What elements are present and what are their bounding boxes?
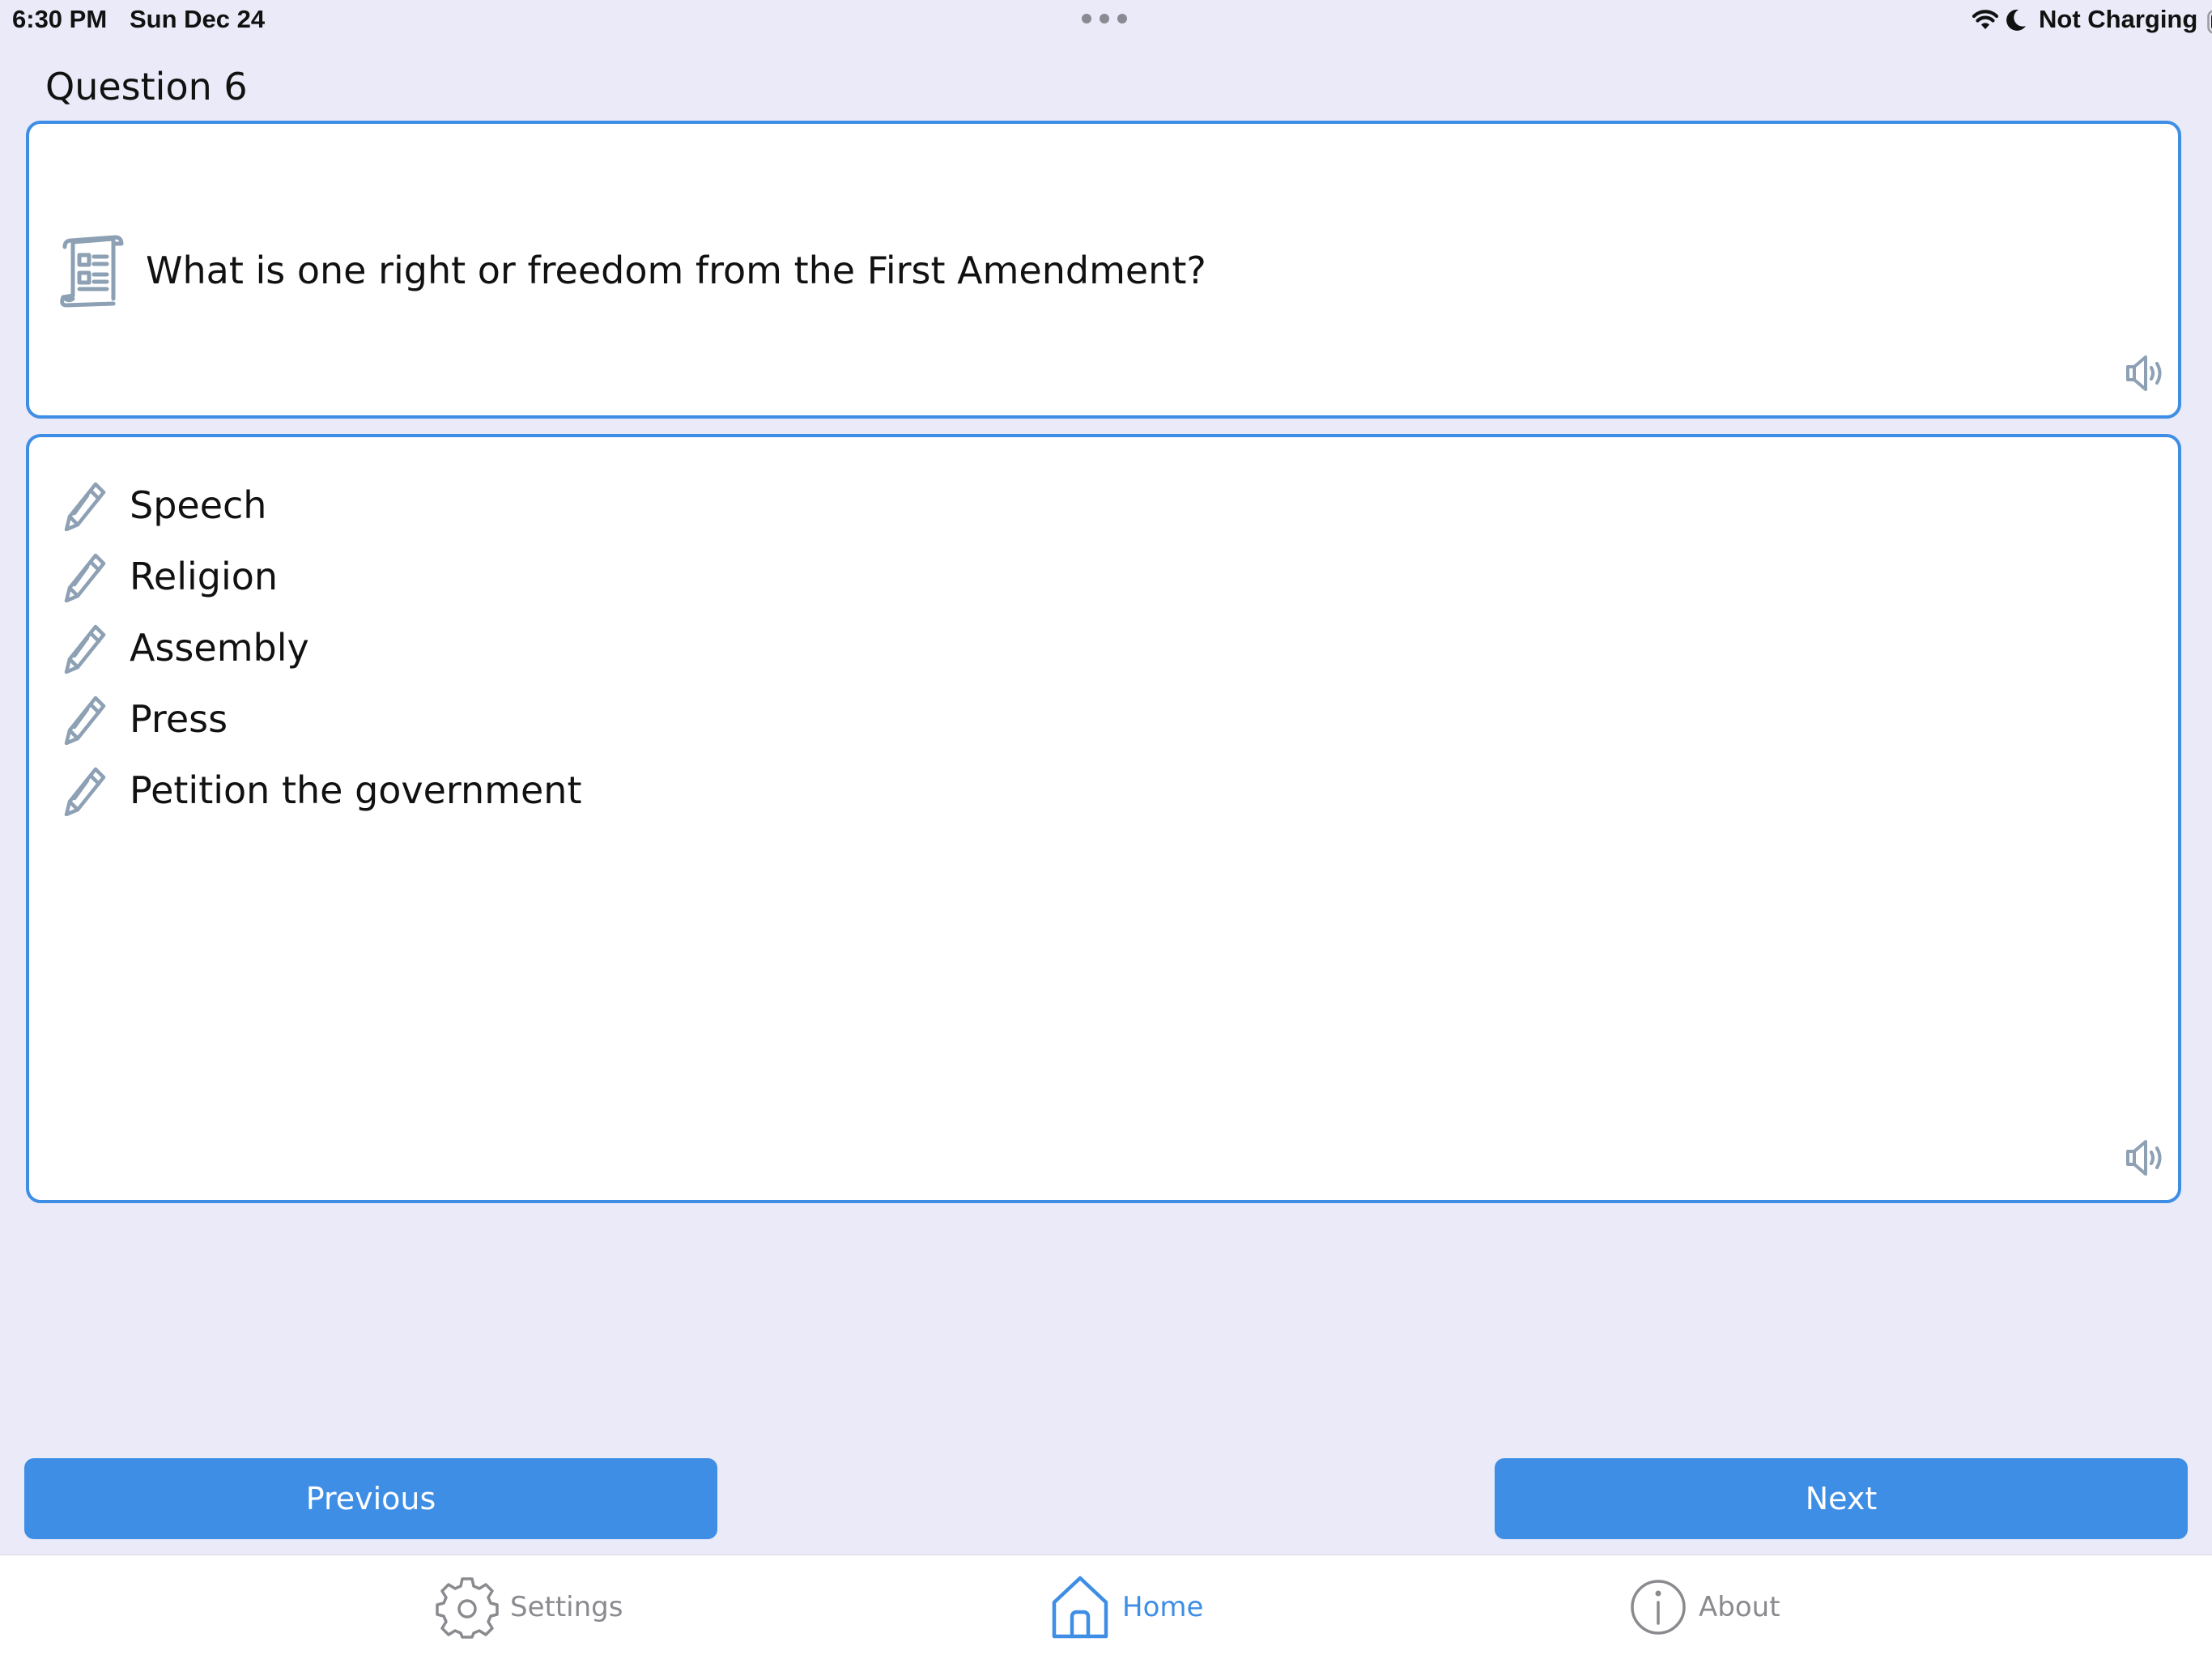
answer-card: Speech Religion: [26, 434, 2181, 1203]
answer-item: Petition the government: [63, 755, 582, 826]
status-bar: 6:30 PM Sun Dec 24 Not Charging: [0, 0, 2212, 42]
answer-text: Speech: [130, 483, 266, 527]
gear-icon: [436, 1576, 499, 1639]
answer-item: Press: [63, 683, 582, 755]
answer-item: Speech: [63, 470, 582, 541]
question-card: What is one right or freedom from the Fi…: [26, 121, 2181, 419]
tab-settings-label: Settings: [510, 1591, 623, 1623]
speaker-icon[interactable]: [2125, 352, 2167, 394]
tab-bar: Settings Home About: [0, 1555, 2212, 1659]
pencil-icon: [63, 693, 108, 745]
tab-settings[interactable]: Settings: [436, 1573, 623, 1641]
speaker-icon[interactable]: [2125, 1137, 2167, 1179]
pencil-icon: [63, 764, 108, 816]
answer-text: Assembly: [130, 626, 309, 670]
info-icon: [1629, 1578, 1687, 1636]
battery-icon: [2207, 10, 2212, 34]
moon-icon: [2005, 8, 2027, 32]
scroll-icon: [57, 234, 125, 308]
multitasking-dots-icon[interactable]: [1082, 14, 1127, 23]
status-time: 6:30 PM: [12, 5, 107, 34]
answer-list: Speech Religion: [63, 470, 582, 826]
previous-button[interactable]: Previous: [24, 1458, 717, 1539]
home-icon: [1049, 1575, 1111, 1640]
tab-home[interactable]: Home: [1049, 1573, 1203, 1641]
wifi-icon: [1972, 8, 1999, 31]
question-title: Question 6: [45, 65, 248, 108]
status-date: Sun Dec 24: [130, 5, 265, 34]
answer-text: Religion: [130, 555, 278, 598]
answer-item: Assembly: [63, 612, 582, 683]
answer-text: Petition the government: [130, 768, 582, 812]
pencil-icon: [63, 622, 108, 674]
next-button[interactable]: Next: [1495, 1458, 2188, 1539]
pencil-icon: [63, 551, 108, 602]
pencil-icon: [63, 479, 108, 531]
tab-about-label: About: [1699, 1591, 1780, 1623]
answer-text: Press: [130, 697, 228, 741]
charging-status: Not Charging: [2039, 5, 2197, 34]
question-text: What is one right or freedom from the Fi…: [146, 249, 1206, 292]
answer-item: Religion: [63, 541, 582, 612]
tab-home-label: Home: [1122, 1591, 1203, 1623]
tab-about[interactable]: About: [1629, 1573, 1780, 1641]
